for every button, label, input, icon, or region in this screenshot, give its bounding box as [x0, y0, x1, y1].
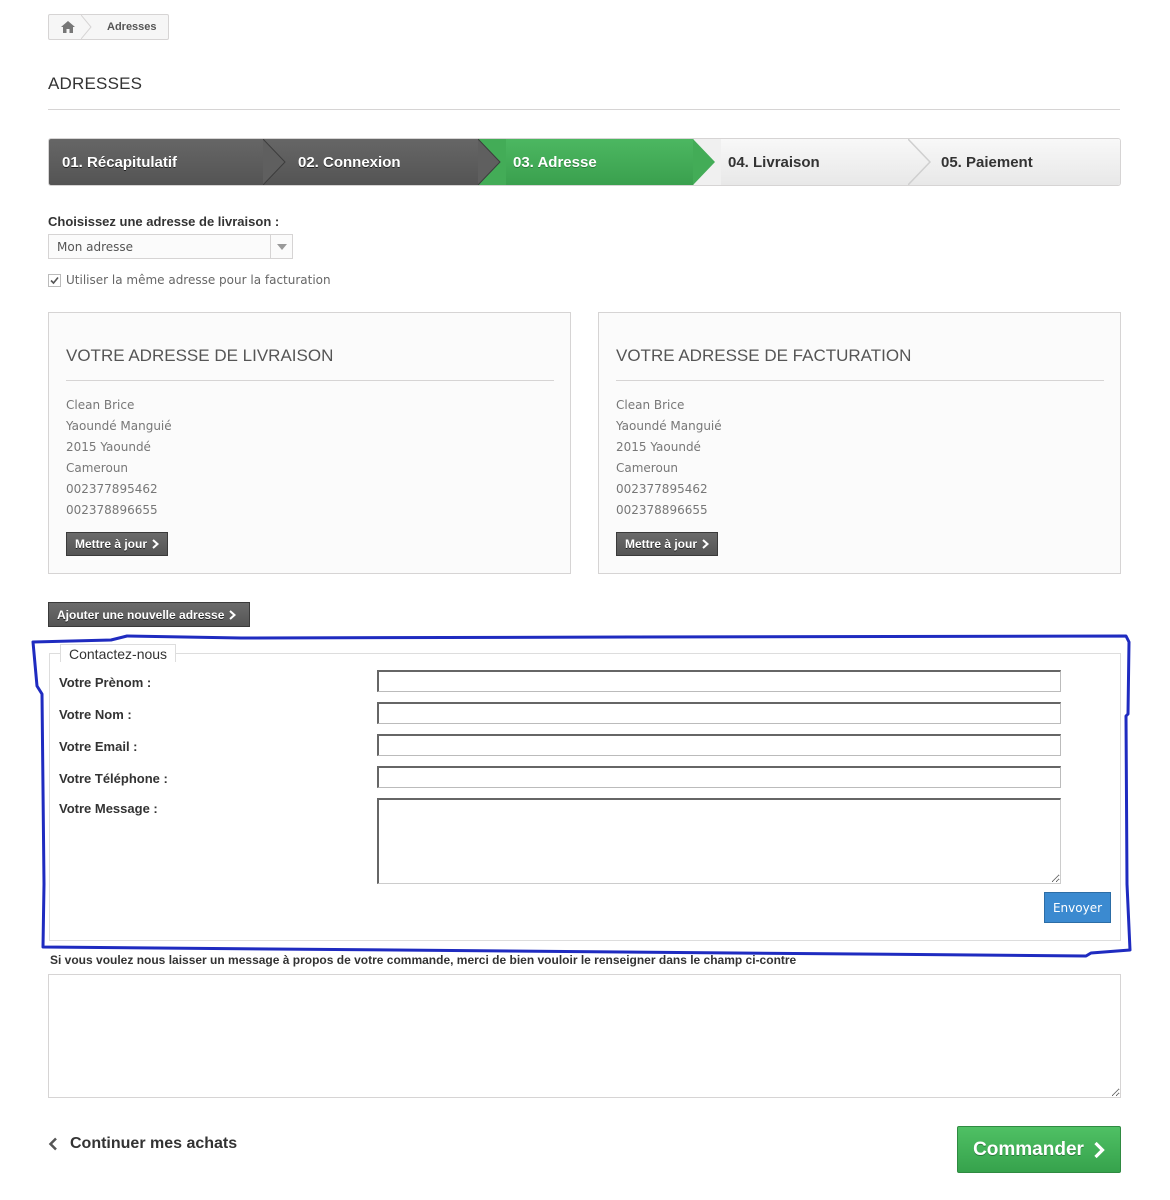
step-label: 01. Récapitulatif: [62, 153, 178, 171]
chevron-down-icon[interactable]: [270, 235, 292, 258]
contact-form-legend: Contactez-nous: [60, 644, 177, 662]
step-label: 04. Livraison: [728, 153, 820, 171]
billing-address-lines: Clean Brice Yaoundé Manguié 2015 Yaoundé…: [616, 395, 722, 521]
address-line: 002377895462: [66, 482, 158, 496]
continue-shopping-link[interactable]: Continuer mes achats: [48, 1135, 237, 1153]
step-connexion[interactable]: 02. Connexion: [264, 139, 480, 185]
email-input[interactable]: [377, 734, 1061, 756]
order-message-textarea[interactable]: [48, 974, 1121, 1098]
billing-address-title: VOTRE ADRESSE DE FACTURATION: [616, 346, 912, 365]
email-label: Votre Email :: [59, 739, 138, 754]
message-label: Votre Message :: [59, 801, 158, 816]
breadcrumb-home-link[interactable]: [49, 15, 92, 39]
send-button[interactable]: Envoyer: [1044, 892, 1111, 923]
firstname-label: Votre Prènom :: [59, 675, 152, 690]
button-label: Ajouter une nouvelle adresse: [57, 607, 225, 622]
breadcrumb: Adresses: [48, 14, 169, 40]
breadcrumb-separator-icon: [81, 15, 92, 39]
order-button[interactable]: Commander: [957, 1126, 1121, 1173]
lastname-label: Votre Nom :: [59, 707, 132, 722]
breadcrumb-current: Adresses: [107, 21, 157, 33]
delivery-address-title: VOTRE ADRESSE DE LIVRAISON: [66, 346, 334, 365]
select-value: Mon adresse: [57, 240, 134, 254]
home-icon: [61, 21, 75, 33]
button-label: Mettre à jour: [75, 537, 148, 551]
message-textarea[interactable]: [377, 798, 1061, 884]
address-line: Yaoundé Manguié: [616, 419, 722, 433]
order-message-label: Si vous voulez nous laisser un message à…: [50, 953, 797, 967]
chevron-right-icon: [702, 539, 710, 549]
phone-input[interactable]: [377, 766, 1061, 788]
button-label: Mettre à jour: [625, 537, 698, 551]
firstname-input[interactable]: [377, 670, 1061, 692]
chevron-right-icon: [152, 539, 160, 549]
delivery-address-label: Choisissez une adresse de livraison :: [48, 214, 280, 229]
delivery-address-lines: Clean Brice Yaoundé Manguié 2015 Yaoundé…: [66, 395, 172, 521]
address-line: Cameroun: [66, 461, 129, 475]
address-line: Cameroun: [616, 461, 679, 475]
address-line: 002378896655: [66, 503, 158, 517]
step-arrow-icon: [908, 139, 932, 185]
checkout-steps: 01. Récapitulatif 02. Connexion 03. Adre…: [48, 138, 1121, 186]
update-delivery-address-button[interactable]: Mettre à jour: [66, 532, 169, 556]
step-paiement: 05. Paiement: [909, 139, 1120, 185]
phone-label: Votre Téléphone :: [59, 771, 168, 786]
step-label: 05. Paiement: [941, 153, 1033, 171]
title-divider: [48, 109, 1120, 110]
chevron-right-icon: [1094, 1141, 1105, 1158]
step-label: 02. Connexion: [298, 153, 401, 171]
same-billing-label: Utiliser la même adresse pour la factura…: [66, 273, 331, 287]
continue-shopping-label: Continuer mes achats: [70, 1135, 238, 1152]
delivery-address-box: VOTRE ADRESSE DE LIVRAISON Clean Brice Y…: [48, 312, 571, 574]
step-adresse[interactable]: 03. Adresse: [479, 139, 695, 185]
checkmark-icon: [50, 276, 59, 284]
step-livraison: 04. Livraison: [694, 139, 910, 185]
step-arrow-icon: [478, 139, 506, 185]
divider: [66, 380, 554, 381]
address-line: Clean Brice: [616, 398, 685, 412]
address-line: 2015 Yaoundé: [616, 440, 701, 454]
step-arrow-icon: [263, 139, 286, 185]
address-line: 2015 Yaoundé: [66, 440, 151, 454]
chevron-left-icon: [48, 1137, 57, 1151]
address-line: 002378896655: [616, 503, 708, 517]
step-recapitulatif[interactable]: 01. Récapitulatif: [49, 139, 265, 185]
lastname-input[interactable]: [377, 702, 1061, 724]
update-billing-address-button[interactable]: Mettre à jour: [616, 532, 719, 556]
address-line: Clean Brice: [66, 398, 135, 412]
same-billing-option: Utiliser la même adresse pour la factura…: [48, 273, 331, 287]
divider: [616, 380, 1104, 381]
step-arrow-icon: [693, 139, 721, 185]
chevron-right-icon: [229, 609, 237, 620]
same-billing-checkbox[interactable]: [48, 273, 61, 287]
add-address-button[interactable]: Ajouter une nouvelle adresse: [48, 602, 250, 627]
order-button-label: Commander: [973, 1138, 1084, 1160]
contact-form: [49, 653, 1121, 941]
step-label: 03. Adresse: [513, 153, 597, 171]
address-line: 002377895462: [616, 482, 708, 496]
address-line: Yaoundé Manguié: [66, 419, 172, 433]
page-title: ADRESSES: [48, 74, 143, 93]
billing-address-box: VOTRE ADRESSE DE FACTURATION Clean Brice…: [598, 312, 1121, 574]
delivery-address-select[interactable]: Mon adresse: [48, 234, 293, 259]
